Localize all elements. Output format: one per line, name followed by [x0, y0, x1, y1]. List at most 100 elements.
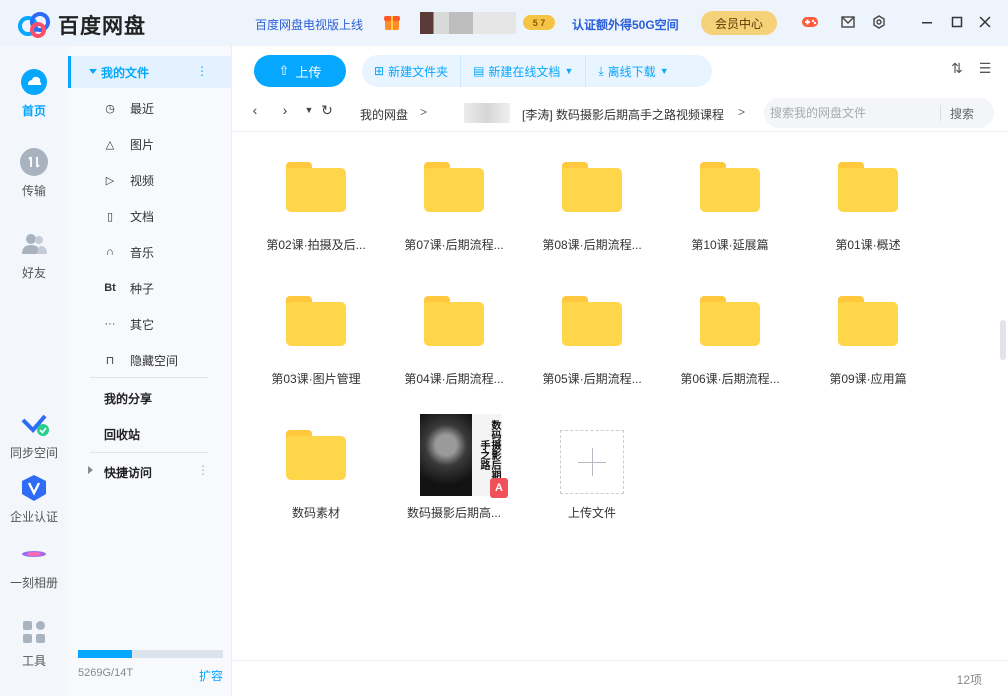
sidebar-item-label: 音乐 — [130, 245, 155, 260]
file-tile[interactable]: 数码素材 — [252, 400, 380, 520]
file-tile[interactable]: 数码摄影后期高手之路 A 数码摄影后期高... — [390, 400, 518, 520]
mail-icon[interactable] — [839, 13, 857, 31]
game-icon[interactable] — [801, 13, 819, 31]
new-folder-button[interactable]: ⊞ 新建文件夹 — [362, 55, 462, 87]
sidebar-item-label: 种子 — [130, 281, 155, 296]
file-name: 第08课·后期流程... — [542, 238, 642, 252]
scrollbar[interactable] — [1000, 320, 1006, 360]
close-icon[interactable] — [976, 13, 994, 31]
rail-item-home[interactable]: 首页 — [0, 68, 68, 119]
sidebar-item-torrents[interactable]: Bt 种子 — [102, 278, 154, 298]
breadcrumb-root[interactable]: 我的网盘 — [360, 106, 408, 123]
breadcrumb-current[interactable]: [李涛] 数码摄影后期高手之路视频课程 — [522, 106, 724, 123]
settings-icon[interactable] — [870, 13, 888, 31]
user-avatar[interactable] — [420, 12, 516, 34]
history-dropdown-icon[interactable]: ▼ — [300, 105, 318, 125]
transfer-icon — [20, 148, 48, 176]
expand-storage-link[interactable]: 扩容 — [199, 667, 223, 684]
chevron-right-icon[interactable] — [88, 466, 93, 474]
file-name: 第03课·图片管理 — [271, 372, 361, 386]
more-vertical-icon[interactable]: ⋮ — [197, 463, 209, 477]
upload-button-label: 上传 — [295, 64, 322, 80]
storage-progress-fill — [78, 650, 132, 658]
file-name: 第10课·延展篇 — [691, 238, 769, 252]
file-tile[interactable]: 第09课·应用篇 — [804, 266, 932, 386]
upload-icon: ⇧ — [278, 63, 290, 78]
sync-icon — [20, 410, 49, 438]
rail-item-tools[interactable]: 工具 — [0, 618, 68, 669]
vip-center-button[interactable]: 会员中心 — [701, 11, 777, 35]
back-arrow-icon[interactable]: ‹ — [246, 102, 264, 122]
search-button[interactable]: 搜索 — [950, 105, 974, 122]
search-box: 搜索 — [764, 98, 994, 128]
title-bar: 百度网盘 百度网盘电视版上线 5 7 认证额外得50G空间 会员中心 — [0, 0, 1008, 46]
lock-icon: ⊓ — [105, 354, 115, 367]
file-name: 数码摄影后期高... — [406, 506, 501, 520]
file-name: 第01课·概述 — [835, 238, 901, 252]
sidebar-item-images[interactable]: △ 图片 — [102, 134, 154, 154]
sidebar-item-hidden-space[interactable]: ⊓ 隐藏空间 — [102, 350, 178, 370]
sidebar-quick-access[interactable]: 快捷访问 — [104, 464, 152, 481]
sidebar-item-recent[interactable]: ◷ 最近 — [102, 98, 154, 118]
forward-arrow-icon[interactable]: › — [276, 102, 294, 122]
rail-item-friends[interactable]: 好友 — [0, 230, 68, 281]
file-name: 第06课·后期流程... — [680, 372, 780, 386]
cloud-icon — [20, 68, 48, 96]
sidebar: 我的文件 ⋮ ◷ 最近 △ 图片 ▷ 视频 ▯ 文档 ∩ 音乐 Bt 种子 ··… — [68, 46, 232, 696]
enterprise-icon — [20, 474, 48, 502]
upload-file-tile[interactable]: 上传文件 — [528, 400, 656, 520]
file-tile[interactable]: 第05课·后期流程... — [528, 266, 656, 386]
sidebar-item-other[interactable]: ··· 其它 — [102, 314, 155, 334]
search-input[interactable] — [770, 106, 940, 120]
sidebar-item-label: 图片 — [130, 137, 155, 152]
maximize-icon[interactable] — [948, 13, 966, 31]
refresh-icon[interactable]: ↻ — [318, 102, 336, 122]
tv-version-link[interactable]: 百度网盘电视版上线 — [255, 16, 363, 33]
friends-icon — [20, 230, 48, 258]
nav-rail: 首页 传输 好友 同步空间 企业认证 一刻相册 工具 — [0, 46, 68, 696]
sidebar-item-label: 文档 — [130, 209, 155, 224]
rail-item-enterprise[interactable]: 企业认证 — [0, 474, 68, 525]
file-tile[interactable]: 第08课·后期流程... — [528, 132, 656, 252]
minimize-icon[interactable] — [918, 13, 936, 31]
verify-link[interactable]: 认证额外得50G空间 — [572, 16, 679, 33]
sidebar-item-music[interactable]: ∩ 音乐 — [102, 242, 154, 262]
sidebar-recycle-bin[interactable]: 回收站 — [104, 426, 140, 443]
baidu-netdisk-logo-icon — [18, 12, 52, 38]
sidebar-item-label: 视频 — [130, 173, 155, 188]
headphones-icon: ∩ — [106, 246, 114, 258]
folder-icon — [562, 162, 622, 212]
pdf-icon: A — [490, 478, 508, 498]
offline-download-label: 离线下载 — [607, 64, 656, 79]
file-tile[interactable]: 第03课·图片管理 — [252, 266, 380, 386]
file-tile[interactable]: 第02课·拍摄及后... — [252, 132, 380, 252]
sidebar-item-docs[interactable]: ▯ 文档 — [102, 206, 154, 226]
sort-icon[interactable]: ⇅ — [948, 60, 966, 78]
gift-icon[interactable] — [384, 13, 400, 31]
offline-download-button[interactable]: ⤓ 离线下载 ▼ — [586, 55, 680, 87]
new-online-doc-label: 新建在线文档 — [488, 64, 561, 79]
list-view-icon[interactable]: ☰ — [976, 60, 994, 78]
file-tile[interactable]: 第04课·后期流程... — [390, 266, 518, 386]
sidebar-item-videos[interactable]: ▷ 视频 — [102, 170, 154, 190]
upload-file-label: 上传文件 — [567, 506, 616, 520]
file-name: 数码素材 — [291, 506, 340, 520]
breadcrumb-hidden-folder[interactable] — [464, 103, 510, 123]
file-tile[interactable]: 第10课·延展篇 — [666, 132, 794, 252]
file-tile[interactable]: 第07课·后期流程... — [390, 132, 518, 252]
file-name: 第07课·后期流程... — [404, 238, 504, 252]
rail-label: 一刻相册 — [9, 576, 58, 590]
rail-item-transfer[interactable]: 传输 — [0, 148, 68, 199]
more-vertical-icon[interactable]: ⋮ — [196, 64, 208, 78]
file-tile[interactable]: 第06课·后期流程... — [666, 266, 794, 386]
file-tile[interactable]: 第01课·概述 — [804, 132, 932, 252]
sidebar-divider — [90, 452, 208, 453]
rail-item-sync[interactable]: 同步空间 — [0, 410, 68, 461]
sidebar-my-share[interactable]: 我的分享 — [104, 390, 152, 407]
chevron-down-icon — [89, 69, 97, 74]
sidebar-my-files[interactable]: 我的文件 ⋮ — [68, 56, 232, 88]
rail-item-album[interactable]: 一刻相册 — [0, 540, 68, 591]
app-title: 百度网盘 — [58, 15, 146, 38]
upload-button[interactable]: ⇧ 上传 — [254, 55, 346, 87]
new-online-doc-button[interactable]: ▤ 新建在线文档 ▼ — [461, 55, 587, 87]
